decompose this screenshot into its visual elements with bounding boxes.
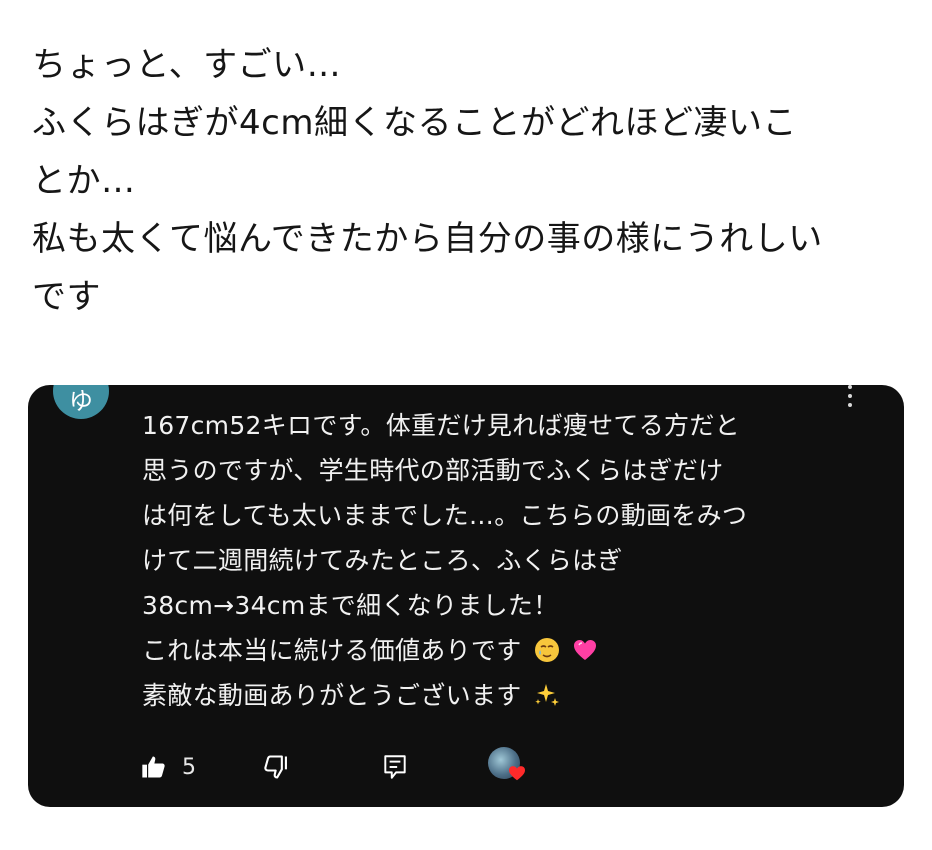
smiling-face-with-tear-emoji [534,638,559,662]
comment-line-with-emoji: 素敵な動画ありがとうございます [142,673,872,718]
post-line: ふくらはぎが4cm細くなることがどれほど凄いこ [32,103,797,143]
comment-line: これは本当に続ける価値ありです [142,636,522,665]
like-button[interactable]: 5 [140,745,196,789]
like-count: 5 [182,754,196,780]
thumbs-up-icon [142,756,165,778]
avatar[interactable]: ゆ [53,385,109,419]
comment-body: 167cm52キロです。体重だけ見れば痩せてる方だと 思うのですが、学生時代の部… [142,403,872,718]
comment-line: けて二週間続けてみたところ、ふくらはぎ [142,546,623,575]
dislike-button[interactable] [262,745,290,789]
comment-line: は何をしても太いままでした…。こちらの動画をみつ [142,501,748,530]
heart-icon [509,766,525,781]
post-line: です [32,277,101,317]
comment-card: ゆ 167cm52キロです。体重だけ見れば痩せてる方だと 思うのですが、学生時代… [28,385,904,807]
reply-comment-icon [384,755,406,779]
post-line: とか… [32,161,136,201]
comment-line: 素敵な動画ありがとうございます [142,681,522,710]
post-text: ちょっと、すごい… ふくらはぎが4cm細くなることがどれほど凄いこ とか… 私も… [32,36,912,326]
comment-line: 167cm52キロです。体重だけ見れば痩せてる方だと [142,411,740,440]
avatar-letter: ゆ [69,387,93,415]
post-line: ちょっと、すごい… [32,45,342,85]
creator-heart-icon [486,745,530,789]
comment-line-with-emoji: これは本当に続ける価値ありです [142,628,872,673]
comment-actions: 5 [140,745,560,789]
thumbs-down-icon [264,755,287,779]
comment-line: 38cm→34cmまで細くなりました！ [142,591,559,620]
comment-line: 思うのですが、学生時代の部活動でふくらはぎだけ [142,456,724,485]
beating-heart-emoji [574,640,597,660]
sparkles-emoji [535,684,559,706]
reply-button[interactable] [382,745,408,789]
post-line: 私も太くて悩んできたから自分の事の様にうれしい [32,219,823,259]
